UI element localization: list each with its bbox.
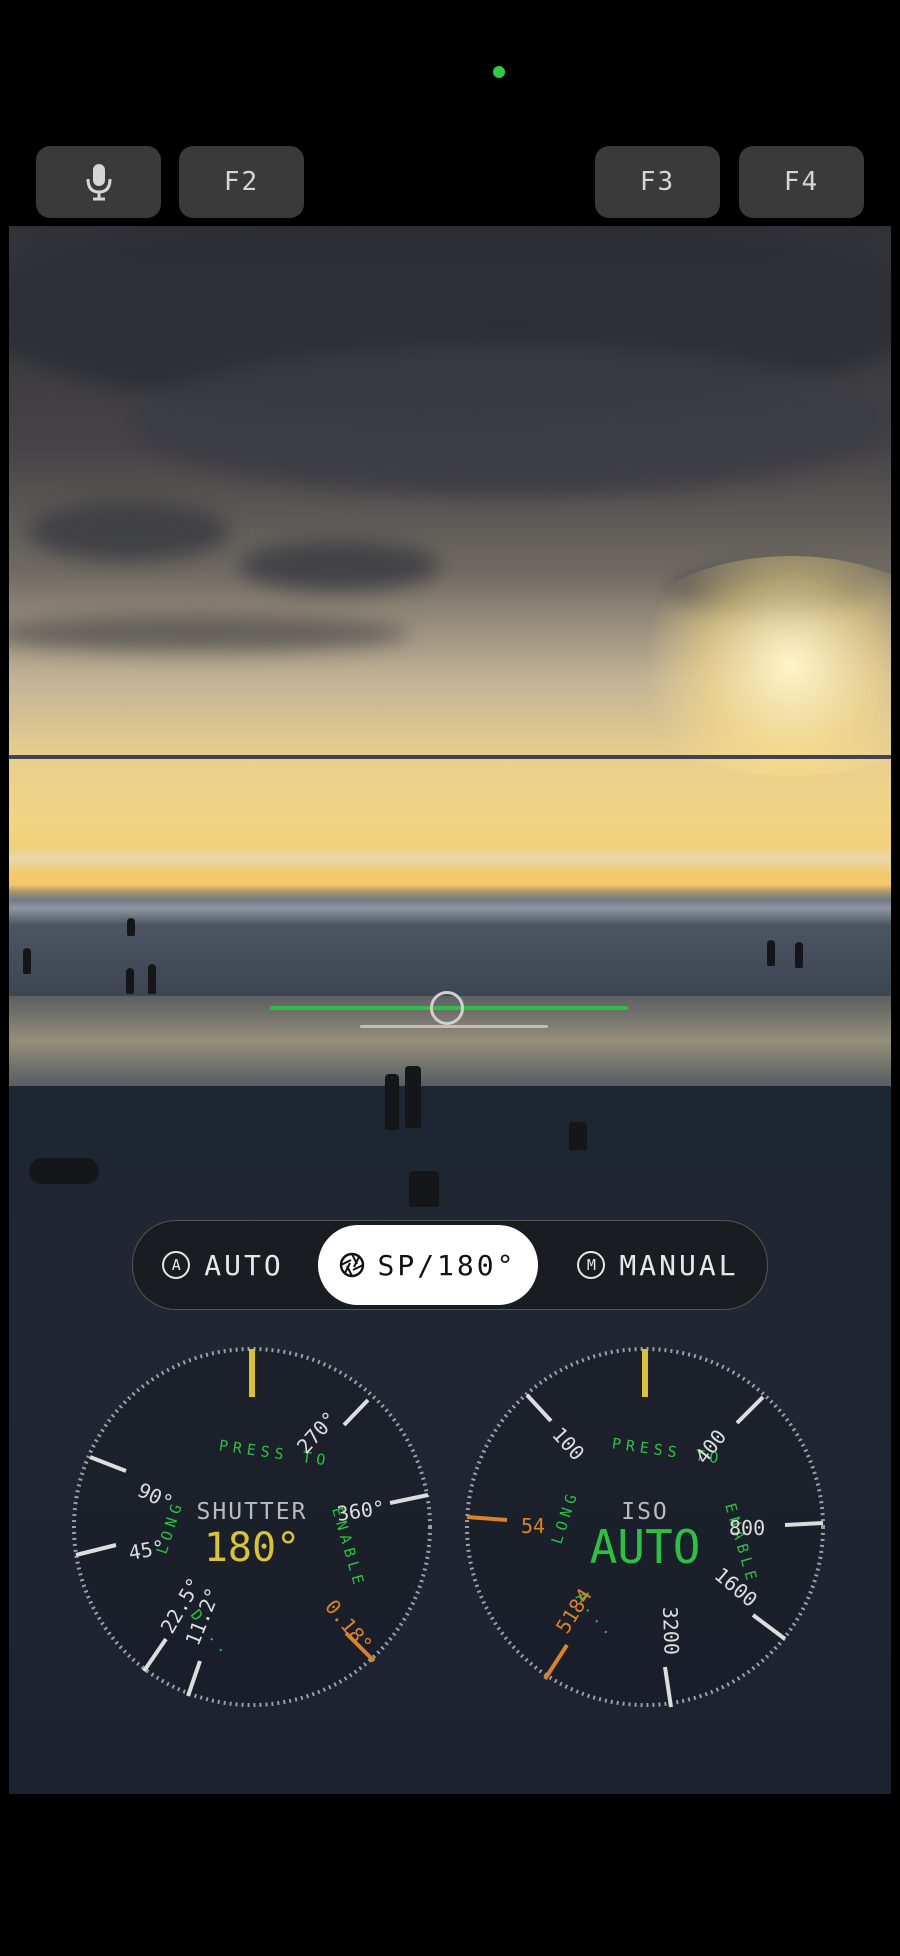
manual-mode-badge: M: [577, 1251, 606, 1279]
beach-person: [29, 1158, 99, 1184]
mode-shutter-priority-button[interactable]: SP/180°: [318, 1225, 538, 1305]
cloud-shape: [29, 501, 229, 561]
function-button-f3[interactable]: F3: [595, 146, 720, 218]
horizon-level-white: [360, 1025, 548, 1028]
horizon-line: [9, 755, 891, 759]
beach-person: [569, 1122, 587, 1150]
beach-person: [409, 1171, 439, 1207]
aperture-icon: [340, 1252, 365, 1278]
mode-auto-button[interactable]: A AUTO: [153, 1225, 293, 1305]
mode-manual-label: MANUAL: [619, 1248, 739, 1282]
shutter-dial[interactable]: SHUTTER 180° PRESS TO LONG ENABLE D... 2…: [70, 1345, 434, 1709]
beach-person: [385, 1074, 399, 1130]
microphone-button[interactable]: [36, 146, 161, 218]
iso-dial[interactable]: ISO AUTO PRESS TO LONG ENABLE A... 100 4…: [463, 1345, 827, 1709]
recording-status-indicator: [493, 66, 505, 78]
f2-label: F2: [223, 167, 260, 197]
mode-manual-button[interactable]: M MANUAL: [563, 1225, 753, 1305]
focus-ring-icon[interactable]: [430, 991, 464, 1025]
cloud-shape: [239, 541, 439, 591]
mode-sp-label: SP/180°: [377, 1248, 517, 1282]
iso-tick-3200: 3200: [658, 1606, 684, 1655]
shutter-value: 180°: [204, 1525, 300, 1571]
beach-person: [148, 964, 156, 994]
iso-tick-800: 800: [729, 1516, 765, 1540]
shutter-dial-graphic: SHUTTER 180° PRESS TO LONG ENABLE D... 2…: [72, 1347, 432, 1707]
f4-label: F4: [783, 167, 820, 197]
iso-tick-54: 54: [521, 1514, 545, 1538]
iso-value: AUTO: [590, 1520, 701, 1574]
mode-auto-label: AUTO: [204, 1248, 284, 1282]
beach-person: [767, 940, 775, 966]
cloud-shape: [9, 616, 409, 652]
auto-mode-badge: A: [162, 1251, 191, 1279]
exposure-mode-selector: A AUTO SP/180° M MANUAL: [132, 1220, 768, 1310]
sun-glow: [611, 556, 891, 776]
microphone-icon: [86, 164, 111, 201]
function-button-f2[interactable]: F2: [179, 146, 304, 218]
beach-person: [23, 948, 31, 974]
wave: [9, 846, 891, 872]
f3-label: F3: [639, 167, 676, 197]
beach-person: [405, 1066, 421, 1128]
beach-person: [127, 918, 135, 936]
shutter-dial-label: SHUTTER: [197, 1499, 308, 1525]
cloud-shape: [129, 346, 889, 496]
beach-person: [795, 942, 803, 968]
wave: [9, 891, 891, 925]
beach-person: [126, 968, 134, 994]
iso-dial-graphic: ISO AUTO PRESS TO LONG ENABLE A... 100 4…: [465, 1347, 825, 1708]
function-button-f4[interactable]: F4: [739, 146, 864, 218]
